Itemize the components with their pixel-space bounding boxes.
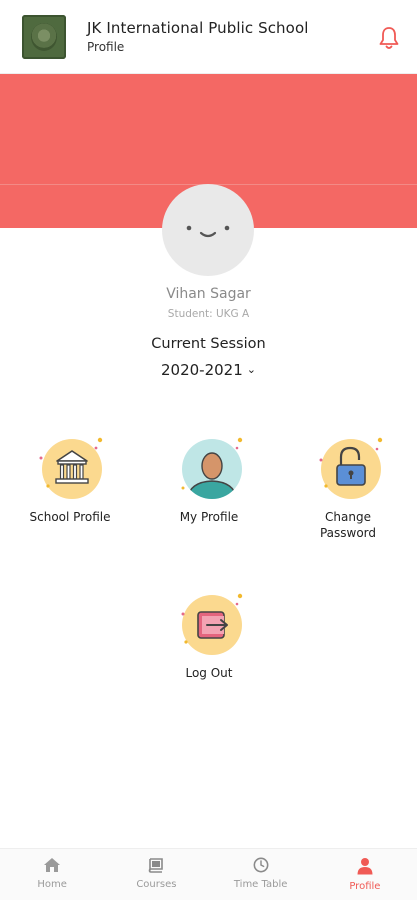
nav-profile-label: Profile — [349, 881, 381, 892]
my-profile-tile[interactable]: My Profile — [144, 436, 274, 525]
student-class: Student: UKG A — [167, 308, 250, 320]
padlock-icon — [316, 436, 383, 500]
session-value: 2020-2021 — [161, 361, 243, 379]
header-text: JK International Public School Profile — [87, 19, 309, 54]
school-name: JK International Public School — [87, 19, 309, 37]
bottom-nav: Home Courses Time Table Profile — [0, 848, 417, 900]
user-avatar-icon — [177, 436, 243, 500]
nav-home-label: Home — [37, 879, 67, 890]
chevron-down-icon: ⌄ — [246, 363, 256, 376]
home-icon — [44, 858, 61, 872]
nav-courses[interactable]: Courses — [104, 849, 208, 900]
avatar[interactable] — [162, 184, 254, 276]
clock-icon — [253, 857, 269, 873]
school-profile-label: School Profile — [29, 510, 111, 524]
nav-profile[interactable]: Profile — [313, 849, 417, 900]
log-out-label: Log Out — [185, 666, 233, 680]
smiley-face-icon — [186, 225, 230, 238]
school-logo — [22, 14, 66, 59]
school-building-icon — [38, 436, 103, 500]
log-out-tile[interactable]: Log Out — [144, 592, 274, 681]
nav-timetable[interactable]: Time Table — [209, 849, 313, 900]
change-password-tile[interactable]: Change Password — [283, 436, 413, 541]
my-profile-label: My Profile — [179, 510, 239, 524]
user-icon — [357, 858, 373, 875]
nav-courses-label: Courses — [136, 879, 177, 890]
book-icon — [149, 858, 164, 873]
bell-icon[interactable] — [378, 25, 400, 51]
nav-home[interactable]: Home — [0, 849, 104, 900]
logout-icon — [177, 592, 243, 656]
session-dropdown[interactable]: 2020-2021 ⌄ — [0, 361, 417, 379]
student-name: Vihan Sagar — [166, 286, 251, 302]
nav-timetable-label: Time Table — [233, 879, 288, 890]
school-profile-tile[interactable]: School Profile — [5, 436, 135, 525]
session-label: Current Session — [151, 336, 266, 352]
page-subtitle: Profile — [87, 40, 125, 54]
change-password-label: Change Password — [319, 510, 377, 540]
app-header: JK International Public School Profile — [0, 0, 417, 74]
